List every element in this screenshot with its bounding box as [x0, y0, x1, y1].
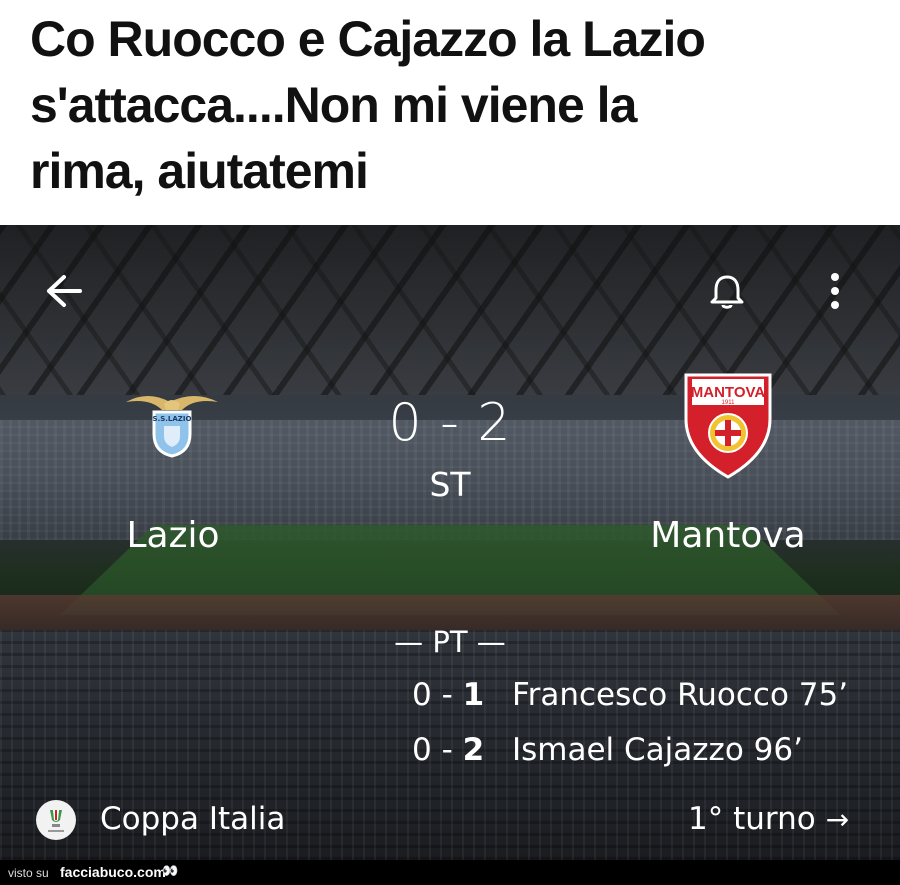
- round-label: 1° turno: [688, 801, 816, 837]
- goal-score-home: 0: [412, 677, 432, 713]
- goal-score: 0 - 2: [412, 732, 484, 768]
- goal-row: 0 - 1 Francesco Ruocco 75’: [412, 677, 892, 717]
- back-arrow-icon[interactable]: [44, 273, 84, 309]
- half-label: — PT —: [394, 625, 506, 659]
- stadium-roof-background: [0, 225, 900, 395]
- lazio-crest-text: S.S.LAZIO: [153, 415, 192, 423]
- goal-score-sep: -: [431, 732, 463, 768]
- lazio-crest-icon: S.S.LAZIO: [124, 390, 220, 462]
- more-vert-icon[interactable]: [826, 271, 844, 311]
- coppa-italia-logo-icon: [36, 800, 76, 840]
- goal-score-home: 0: [412, 732, 432, 768]
- mantova-crest-year: 1911: [722, 400, 736, 406]
- footer-bar: visto su facciabuco.com 👀: [0, 860, 900, 885]
- goal-score: 0 - 1: [412, 677, 484, 713]
- footer-lead-text: visto su: [8, 866, 49, 880]
- goal-score-away: 1: [462, 677, 485, 713]
- mantova-crest-text: MANTOVA: [691, 384, 766, 401]
- eyes-icon: 👀: [162, 863, 179, 878]
- headline-line-1: Co Ruocco e Cajazzo la Lazio: [30, 11, 706, 67]
- home-team-name[interactable]: Lazio: [88, 515, 258, 556]
- bell-icon[interactable]: [706, 271, 748, 313]
- away-team-name[interactable]: Mantova: [628, 515, 828, 556]
- match-score: 0 - 2: [388, 393, 512, 453]
- goal-score-away: 2: [462, 732, 485, 768]
- round-link[interactable]: 1° turno →: [688, 801, 849, 837]
- headline-line-2: s'attacca....Non mi viene la: [30, 77, 637, 133]
- goal-score-sep: -: [431, 677, 463, 713]
- page-headline: Co Ruocco e Cajazzo la Lazio s'attacca..…: [30, 6, 880, 204]
- goal-row: 0 - 2 Ismael Cajazzo 96’: [412, 732, 892, 772]
- competition-name[interactable]: Coppa Italia: [100, 801, 285, 837]
- mantova-crest-icon: MANTOVA 1911: [684, 373, 772, 479]
- match-period: ST: [429, 465, 471, 504]
- goal-scorer: Ismael Cajazzo 96’: [512, 732, 803, 768]
- match-card: S.S.LAZIO MANTOVA 1911 0 - 2 ST Lazio Ma…: [0, 225, 900, 860]
- headline-line-3: rima, aiutatemi: [30, 143, 369, 199]
- goal-scorer: Francesco Ruocco 75’: [512, 677, 849, 713]
- arrow-right-icon: →: [825, 803, 850, 836]
- footer-brand-link[interactable]: facciabuco.com: [60, 864, 166, 880]
